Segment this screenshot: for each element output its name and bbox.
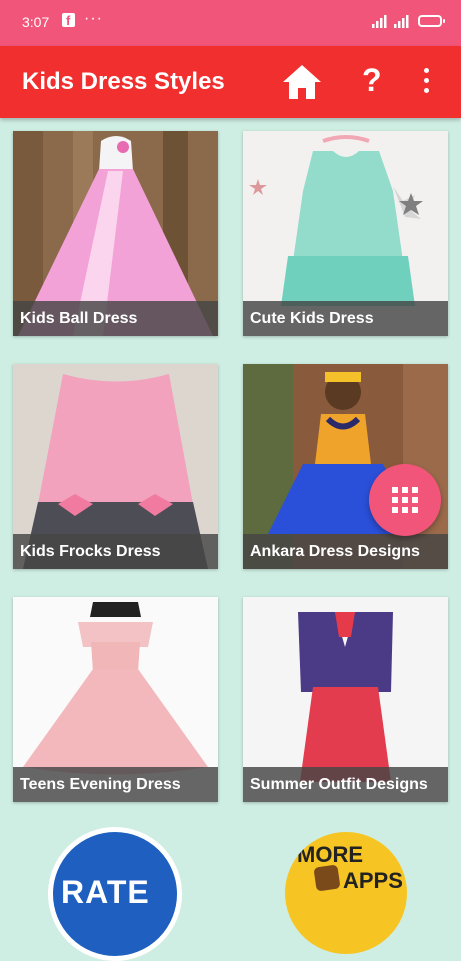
grid-icon — [392, 487, 418, 513]
status-time: 3:07 — [22, 14, 50, 30]
rate-text: RATE — [61, 874, 150, 910]
card-label: Summer Outfit Designs — [243, 767, 448, 802]
more-apps-line2: APPS — [343, 868, 403, 893]
more-apps-button[interactable]: MORE APPS — [285, 832, 407, 954]
card-label: Cute Kids Dress — [243, 301, 448, 336]
signal-icon — [372, 15, 387, 28]
apps-icon — [313, 864, 341, 892]
battery-icon — [418, 15, 445, 27]
app-title: Kids Dress Styles — [22, 68, 225, 95]
overflow-menu-icon[interactable] — [424, 68, 430, 96]
signal-icon-2 — [394, 15, 409, 28]
app-bar: Kids Dress Styles ? — [0, 46, 461, 118]
card-kids-ball-dress[interactable]: Kids Ball Dress — [13, 131, 218, 336]
card-label: Kids Ball Dress — [13, 301, 218, 336]
card-kids-frocks-dress[interactable]: Kids Frocks Dress — [13, 364, 218, 569]
card-cute-kids-dress[interactable]: Cute Kids Dress — [243, 131, 448, 336]
card-teens-evening-dress[interactable]: Teens Evening Dress — [13, 597, 218, 802]
card-label: Teens Evening Dress — [13, 767, 218, 802]
grid-menu-fab[interactable] — [369, 464, 441, 536]
card-label: Kids Frocks Dress — [13, 534, 218, 569]
facebook-icon: f — [62, 13, 75, 28]
notification-dots: ··· — [84, 10, 103, 27]
card-label: Ankara Dress Designs — [243, 534, 448, 569]
rate-button[interactable]: RATE — [48, 827, 182, 961]
more-apps-line1: MORE — [297, 842, 363, 867]
home-icon[interactable] — [281, 61, 323, 103]
status-bar: 3:07 f ··· — [0, 0, 461, 46]
help-icon[interactable]: ? — [362, 62, 382, 99]
card-summer-outfit-designs[interactable]: Summer Outfit Designs — [243, 597, 448, 802]
